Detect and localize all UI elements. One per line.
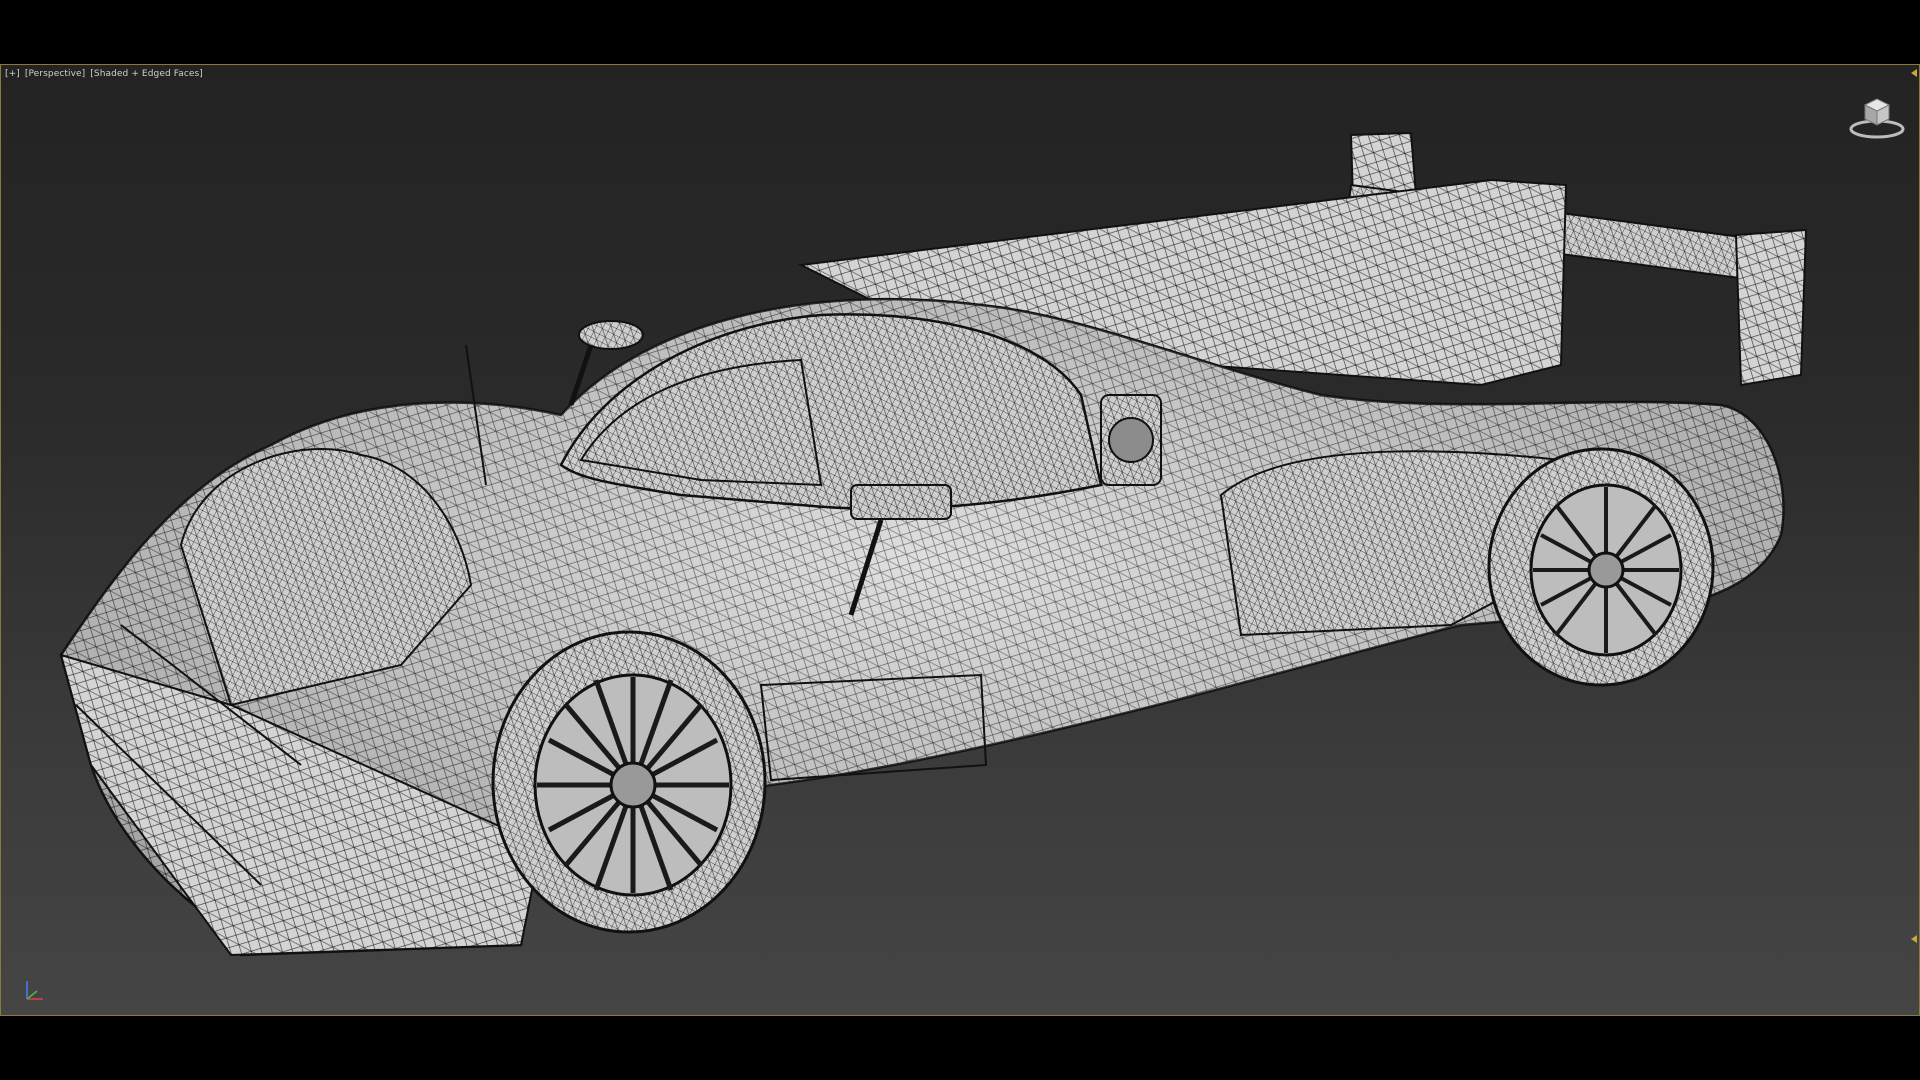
viewport-edge-markers bbox=[1905, 65, 1919, 1015]
axis-tripod-icon bbox=[26, 981, 43, 1000]
marker-top-icon bbox=[1911, 69, 1917, 77]
air-intake bbox=[1100, 394, 1162, 486]
viewport-shading-mode[interactable]: [Shaded + Edged Faces] bbox=[90, 69, 203, 79]
viewport-menu-plus[interactable]: [+] bbox=[5, 69, 20, 79]
viewcube-icon[interactable] bbox=[1849, 91, 1905, 141]
viewport-label: [+] [Perspective] [Shaded + Edged Faces] bbox=[5, 69, 205, 79]
perspective-viewport[interactable]: [+] [Perspective] [Shaded + Edged Faces] bbox=[0, 64, 1920, 1016]
rear-wheel bbox=[1487, 447, 1715, 687]
front-wheel bbox=[491, 630, 767, 934]
race-car-mesh[interactable] bbox=[1, 65, 1919, 1015]
marker-bottom-icon bbox=[1911, 935, 1917, 943]
viewport-point-of-view[interactable]: [Perspective] bbox=[25, 69, 85, 79]
